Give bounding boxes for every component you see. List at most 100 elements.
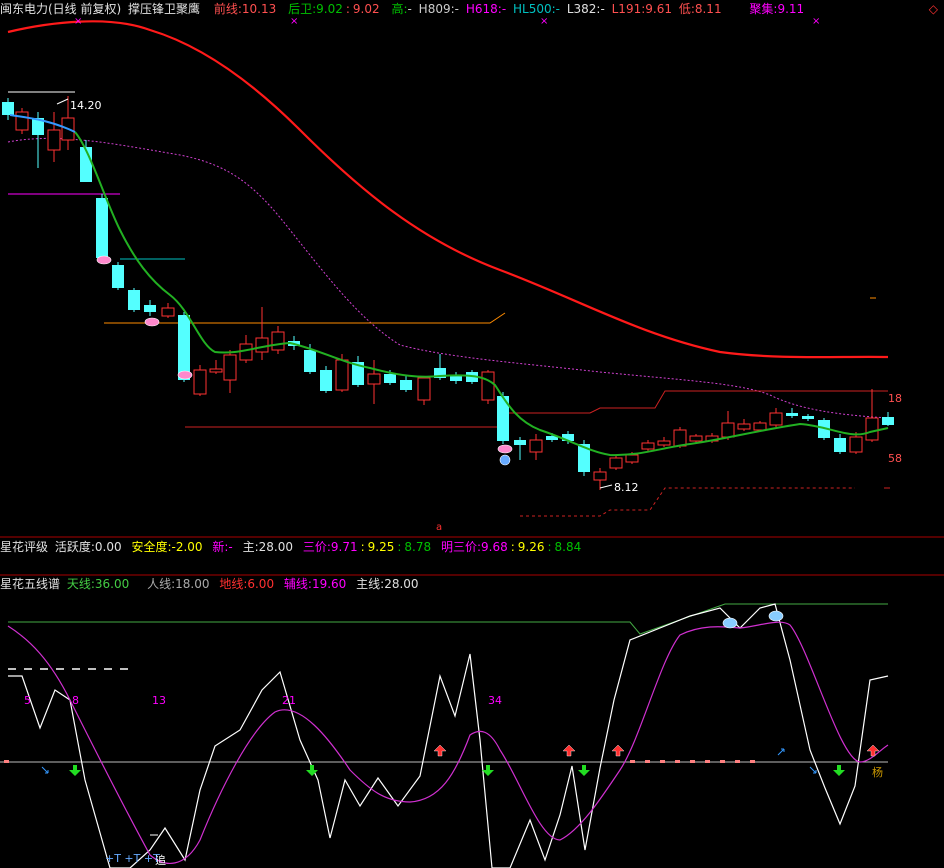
new-label: 新: (212, 540, 229, 554)
safety-label: 安全度: (131, 540, 172, 554)
three-price-label: 三价: (302, 540, 331, 554)
candle-body (753, 422, 767, 431)
candle-body (882, 417, 894, 425)
bright-three-v1: 9.68 (481, 540, 508, 554)
sky-value: 36.00 (94, 577, 130, 591)
candle-body (529, 439, 543, 453)
main-value: 28.00 (258, 540, 293, 554)
candle-body (769, 412, 783, 426)
bright-three-sep1: : (510, 540, 515, 554)
candle-body (609, 457, 623, 469)
candle-body (15, 111, 29, 131)
safety-value: -2.00 (171, 540, 203, 554)
ground-value: 6.00 (247, 577, 275, 591)
chart-canvas[interactable]: × × × × (0, 0, 944, 868)
candle-body (400, 380, 412, 390)
ref-line-red-upper (185, 390, 888, 428)
svg-text:×: × (812, 16, 820, 27)
candle-body (271, 331, 285, 351)
aux-label: 辅线: (283, 577, 312, 591)
candle-body (178, 315, 190, 380)
human-value: 18.00 (175, 577, 210, 591)
five-line-bar: 星花五线谱 天线:36.00 人线:18.00 地线:6.00 辅线:19.60… (0, 575, 422, 593)
fib-label-21: 21 (282, 694, 296, 707)
candle-body (417, 377, 431, 401)
candle-body (209, 368, 223, 373)
blue-small-arrow-icon (41, 748, 817, 774)
three-price-v1: 9.71 (330, 540, 358, 554)
candle-body (450, 376, 462, 381)
candle-body (641, 442, 655, 450)
bright-three-sep2: : (547, 540, 552, 554)
candle-body (625, 454, 639, 463)
bright-three-v3: 8.84 (554, 540, 582, 554)
bright-three-v2: 9.26 (517, 540, 545, 554)
candle-body (786, 413, 798, 416)
candle-body (689, 435, 703, 442)
candle-body (673, 429, 687, 447)
main-line-value: 28.00 (384, 577, 419, 591)
candle-body (514, 440, 526, 445)
aux-value: 19.60 (311, 577, 347, 591)
candle-body (223, 354, 237, 381)
svg-text:×: × (290, 16, 298, 27)
candle-body (239, 343, 253, 361)
candle-body (47, 129, 61, 151)
candle-body (193, 369, 207, 395)
ref-line-red-dashed (520, 487, 855, 517)
candle-body (96, 198, 108, 258)
short-ma-green-line (74, 131, 889, 457)
white-oscillator-line (8, 603, 889, 868)
alert-mark: a (436, 522, 443, 533)
candle-body (144, 305, 156, 312)
fib-label-13: 13 (152, 694, 166, 707)
five-line-title[interactable]: 星花五线谱 (0, 577, 60, 591)
activity-label: 活跃度: (54, 540, 95, 554)
ground-label: 地线: (219, 577, 248, 591)
right-top-label: 18 (888, 392, 902, 405)
activity-value: 0.00 (94, 540, 122, 554)
three-price-sep1: : (360, 540, 365, 554)
right-bottom-label: 58 (888, 452, 902, 465)
t-marks-label: +T +T +T (105, 852, 160, 865)
candle-body (367, 373, 381, 385)
fib-label-34: 34 (488, 694, 502, 707)
candle-body (2, 102, 14, 115)
candle-body (721, 422, 735, 438)
sky-label: 天线: (66, 577, 95, 591)
candle-body (737, 423, 751, 430)
candle-body (128, 290, 140, 310)
three-price-v2: 9.25 (367, 540, 395, 554)
price-low-label: 8.12 (614, 481, 639, 494)
candle-body (384, 374, 396, 383)
zhuang-label: 追 (155, 854, 166, 867)
candle-body (865, 417, 879, 441)
candle-body (593, 471, 607, 481)
three-price-v3: 8.78 (404, 540, 432, 554)
new-value: - (228, 540, 233, 554)
candle-body (657, 440, 671, 446)
candle-body (335, 359, 349, 391)
rating-title[interactable]: 星花评级 (0, 540, 48, 554)
candle-body (481, 371, 495, 401)
rating-bar: 星花评级 活跃度:0.00 安全度:-2.00 新:- 主:28.00 三价:9… (0, 538, 584, 556)
candle-body (802, 416, 814, 419)
candle-body (834, 438, 846, 452)
candle-body (255, 337, 269, 353)
svg-text:×: × (540, 16, 548, 27)
svg-text:×: × (74, 16, 82, 27)
sky-line (8, 603, 888, 635)
price-high-label: 14.20 (70, 99, 102, 112)
candle-body (161, 307, 175, 317)
fib-label-8: 8 (72, 694, 79, 707)
green-down-arrow-icon (69, 765, 845, 776)
magenta-oscillator-line (7, 621, 889, 864)
three-price-sep2: : (397, 540, 402, 554)
fib-label-5: 5 (24, 694, 31, 707)
yang-label: 杨 (872, 766, 883, 779)
candle-body (304, 350, 316, 372)
blue-ball-icon (499, 454, 511, 466)
candle-body (320, 370, 332, 391)
bright-three-label: 明三价: (440, 540, 481, 554)
candle-body (112, 265, 124, 288)
